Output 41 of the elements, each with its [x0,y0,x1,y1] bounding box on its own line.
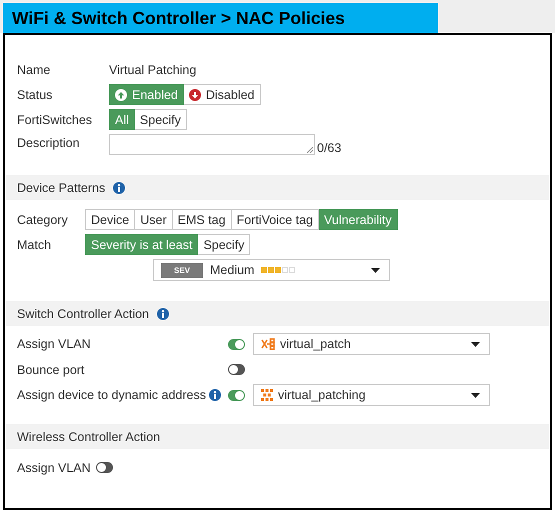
up-arrow-icon [115,88,127,100]
caret-icon [471,342,480,346]
field-label: Status [17,88,52,102]
segment-option[interactable]: Specify [198,234,250,255]
field-label: Name [17,62,50,76]
grid-icon [261,389,273,401]
segment-option[interactable]: EMS tag [172,209,232,230]
resize-handle-icon [307,147,313,153]
toggle-switch[interactable] [96,462,113,473]
severity-tag: SEV [161,262,203,278]
field-label: Description [17,136,80,150]
dropdown-field[interactable]: virtual_patching [253,384,490,406]
severity-dropdown[interactable]: SEV Medium [153,259,390,281]
field-label: FortiSwitches [17,112,92,126]
section-title: Switch Controller Action [17,306,150,320]
segment-option[interactable]: Device [85,209,136,230]
description-field[interactable] [109,134,315,155]
toggle-switch[interactable] [228,364,245,375]
toggle-switch[interactable] [228,338,245,350]
caret-icon [471,392,480,398]
field-label: Assign VLAN [17,337,91,351]
toggle-switch[interactable] [228,390,245,400]
segment-option[interactable]: FortiVoice tag [232,209,319,230]
network-icon [261,338,275,350]
segment-option[interactable]: Disabled [184,84,261,105]
segment-option[interactable]: Specify [134,109,187,130]
field-label: Assign device to dynamic address [17,388,206,402]
caret-icon [371,268,380,272]
down-arrow-icon [188,88,201,100]
dropdown-field[interactable]: virtual_patch [253,333,490,355]
field-label: Match [17,238,52,252]
severity-value: Medium [210,263,254,277]
section-title: Device Patterns [17,180,106,194]
field-label: Assign VLAN [17,460,91,474]
page-title: WiFi & Switch Controller > NAC Policies [3,3,438,33]
segment-option[interactable]: User [135,209,173,230]
section-title: Wireless Controller Action [17,430,160,444]
field-value: Virtual Patching [109,62,196,76]
character-counter: 0/63 [317,141,342,155]
field-label: Category [17,212,68,226]
field-label: Bounce port [17,362,84,376]
